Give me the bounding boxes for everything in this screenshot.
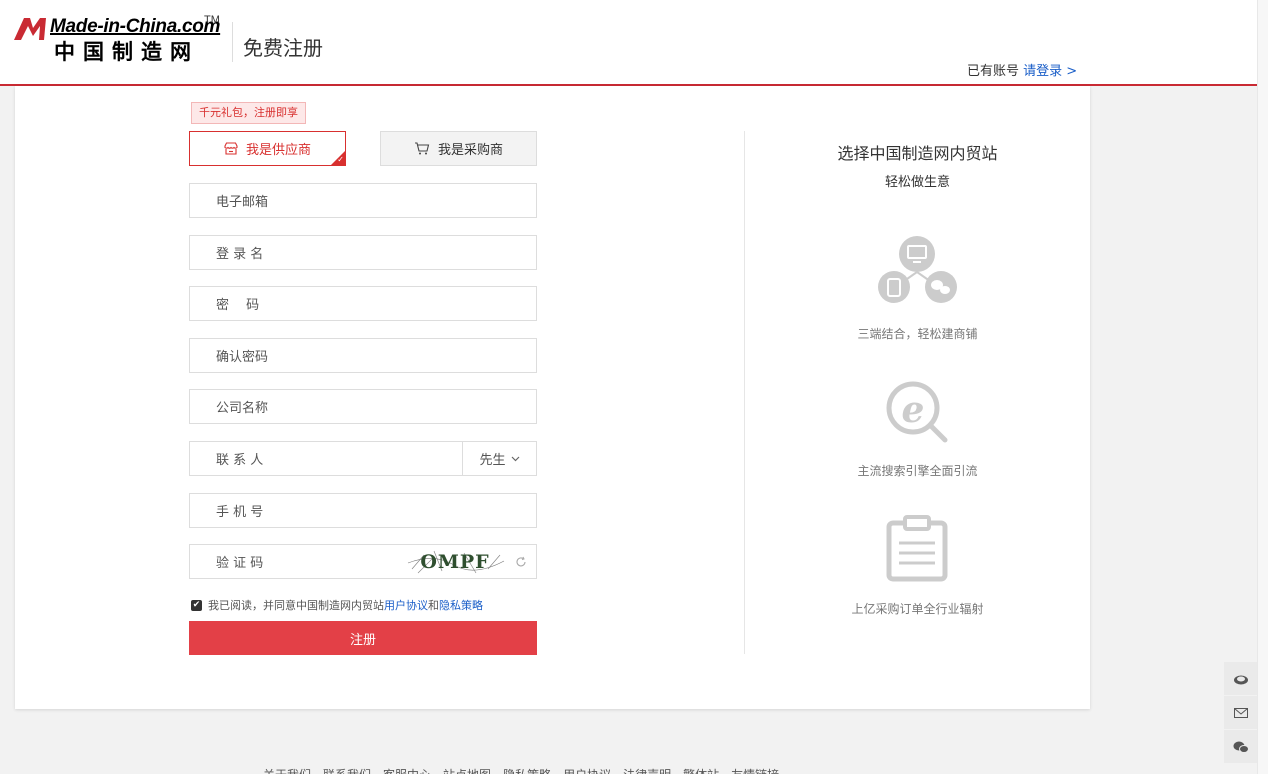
login-hint: 已有账号 请登录 > <box>967 60 1077 79</box>
captcha-field[interactable]: 验 证 码 OMPF <box>189 544 537 579</box>
password-placeholder: 密 码 <box>216 298 260 313</box>
search-engine-icon: e <box>886 381 948 443</box>
confirm-password-placeholder: 确认密码 <box>216 350 269 365</box>
footer: 关于我们 联系我们 客服中心 站点地图 隐私策略 用户协议 法律声明 繁体站 友… <box>0 758 1257 774</box>
mail-icon <box>1234 707 1248 718</box>
supplier-role-button[interactable]: 我是供应商 ✓ <box>189 131 346 166</box>
side-subtitle: 轻松做生意 <box>884 175 950 190</box>
logo-tm: TM <box>204 14 220 26</box>
supplier-role-label: 我是供应商 <box>245 143 311 158</box>
feature-text-1: 三端结合，轻松建商铺 <box>857 327 978 341</box>
agreement-row: ✔ 我已阅读，并同意中国制造网内贸站用户协议和隐私策略 <box>191 597 483 613</box>
company-field[interactable]: 公司名称 <box>189 389 537 424</box>
agreement-joiner: 和 <box>428 599 439 612</box>
wechat-icon <box>1233 741 1249 753</box>
logo-chinese: 中国制造网 <box>54 40 199 64</box>
email-field[interactable]: 电子邮箱 <box>189 183 537 218</box>
page-title: 免费注册 <box>243 36 323 60</box>
footer-link[interactable]: 客服中心 <box>383 766 431 774</box>
username-placeholder: 登 录 名 <box>216 247 264 262</box>
captcha-image[interactable]: OMPF <box>404 547 506 577</box>
headset-icon <box>1234 675 1248 684</box>
password-field[interactable]: 密 码 <box>189 286 537 321</box>
check-icon: ✓ <box>337 155 344 164</box>
user-agreement-link[interactable]: 用户协议 <box>384 599 428 612</box>
contact-title-value: 先生 <box>479 453 506 468</box>
login-link[interactable]: 请登录 > <box>1023 64 1077 79</box>
feature-text-3: 上亿采购订单全行业辐射 <box>851 602 984 616</box>
promo-badge: 千元礼包，注册即享 <box>191 102 306 124</box>
footer-link[interactable]: 用户协议 <box>563 766 611 774</box>
side-title: 选择中国制造网内贸站 <box>837 144 998 163</box>
site-logo[interactable]: Made-in-China.com TM 中国制造网 <box>14 14 224 64</box>
footer-link[interactable]: 友情链接 <box>731 766 779 774</box>
phone-field[interactable]: 手 机 号 <box>189 493 537 528</box>
confirm-password-field[interactable]: 确认密码 <box>189 338 537 373</box>
cart-icon <box>414 142 430 155</box>
header-divider <box>232 22 233 62</box>
logo-m-mark <box>14 18 46 40</box>
login-hint-text: 已有账号 <box>967 64 1020 79</box>
header: Made-in-China.com TM 中国制造网 免费注册 已有账号 请登录… <box>0 0 1257 86</box>
logo-english: Made-in-China.com <box>50 16 221 37</box>
footer-link[interactable]: 关于我们 <box>263 766 311 774</box>
svg-text:e: e <box>902 389 925 431</box>
footer-link[interactable]: 法律声明 <box>623 766 671 774</box>
privacy-policy-link[interactable]: 隐私策略 <box>439 599 483 612</box>
column-divider <box>744 131 745 654</box>
contact-field[interactable]: 联 系 人 先生 <box>189 441 537 476</box>
company-placeholder: 公司名称 <box>216 401 269 416</box>
feature-text-2: 主流搜索引擎全面引流 <box>857 464 978 478</box>
footer-links: 关于我们 联系我们 客服中心 站点地图 隐私策略 用户协议 法律声明 繁体站 友… <box>263 766 779 774</box>
footer-link[interactable]: 联系我们 <box>323 766 371 774</box>
clipboard-icon <box>886 515 948 582</box>
footer-link[interactable]: 隐私策略 <box>503 766 551 774</box>
captcha-text: OMPF <box>420 550 490 573</box>
buyer-role-label: 我是采购商 <box>437 143 503 158</box>
page-scrollbar[interactable] <box>1257 0 1268 774</box>
message-button[interactable] <box>1224 696 1258 729</box>
store-icon <box>224 142 238 155</box>
register-button[interactable]: 注册 <box>189 621 537 655</box>
contact-title-select[interactable]: 先生 <box>463 442 536 475</box>
refresh-captcha-icon[interactable] <box>506 545 536 578</box>
buyer-role-button[interactable]: 我是采购商 <box>380 131 537 166</box>
agreement-text: 我已阅读，并同意中国制造网内贸站 <box>208 599 384 612</box>
multi-device-icon <box>878 236 957 303</box>
footer-link[interactable]: 繁体站 <box>683 766 719 774</box>
agreement-checkbox[interactable]: ✔ <box>191 599 202 611</box>
captcha-placeholder: 验 证 码 <box>216 556 264 571</box>
customer-service-button[interactable] <box>1224 662 1258 695</box>
username-field[interactable]: 登 录 名 <box>189 235 537 270</box>
footer-link[interactable]: 站点地图 <box>443 766 491 774</box>
chevron-down-icon <box>511 456 519 461</box>
contact-placeholder: 联 系 人 <box>216 453 264 468</box>
email-placeholder: 电子邮箱 <box>216 195 269 210</box>
phone-placeholder: 手 机 号 <box>216 505 264 520</box>
